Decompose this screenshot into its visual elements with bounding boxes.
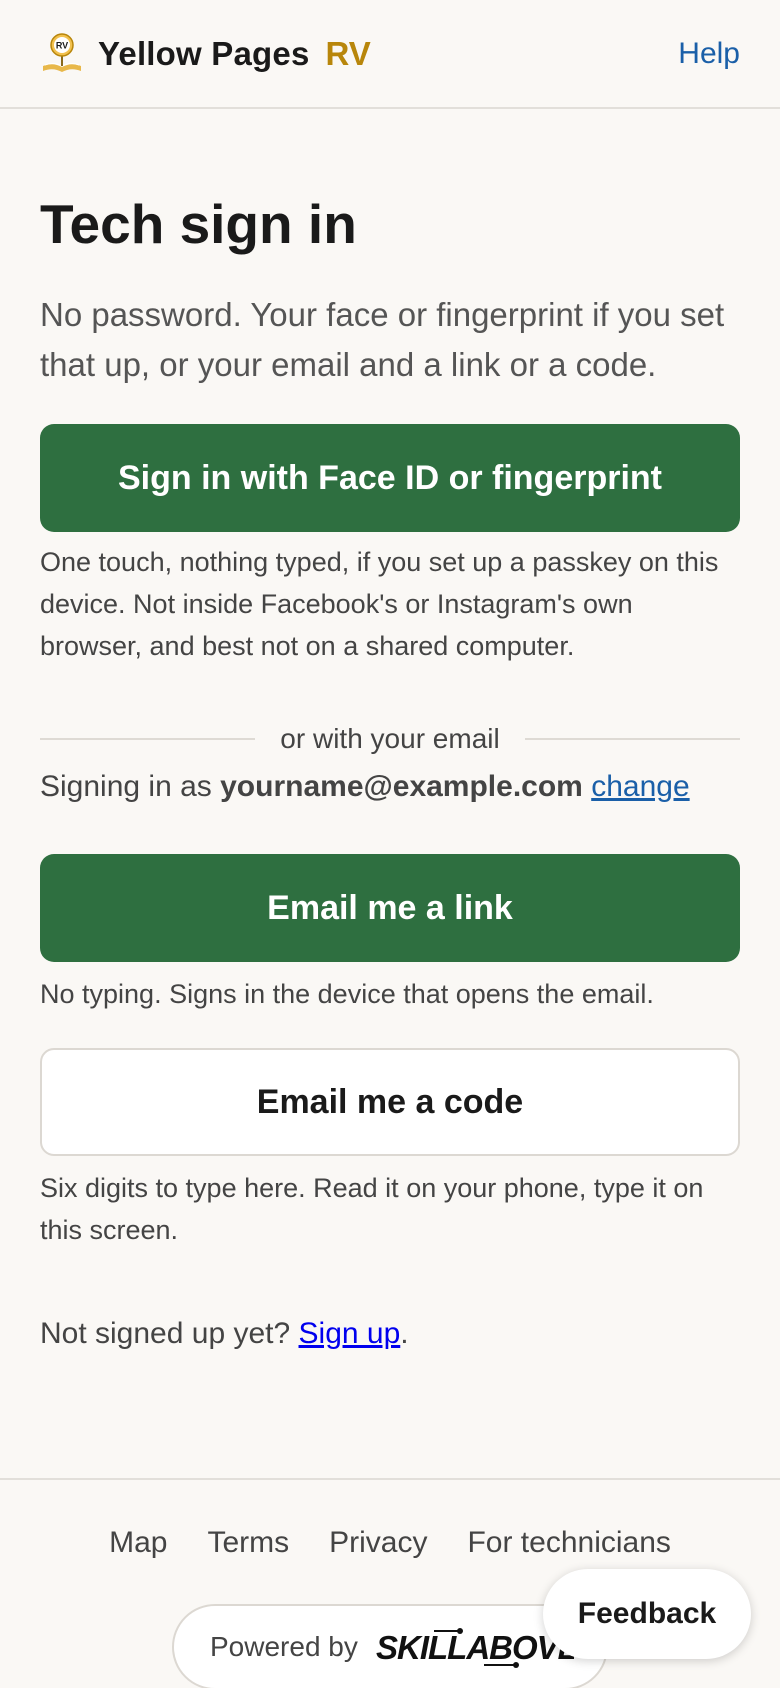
signing-as-email: yourname@example.com bbox=[220, 770, 583, 803]
signing-as-prefix: Signing in as bbox=[40, 770, 221, 803]
logo-text: RV bbox=[56, 40, 68, 50]
email-link-note: No typing. Signs in the device that open… bbox=[40, 979, 654, 1009]
site-header: RV Yellow Pages RV Help bbox=[0, 0, 780, 109]
footer-nav: Map Terms Privacy For technicians bbox=[0, 1526, 780, 1560]
brand-name: Yellow Pages bbox=[98, 34, 310, 72]
signup-line: Not signed up yet? Sign up. bbox=[40, 1317, 409, 1351]
footer-link-terms[interactable]: Terms bbox=[207, 1526, 289, 1560]
feedback-button[interactable]: Feedback bbox=[543, 1569, 751, 1659]
footer-link-privacy[interactable]: Privacy bbox=[329, 1526, 427, 1560]
email-link-button[interactable]: Email me a link bbox=[40, 854, 740, 962]
skillabove-logo-icon: SKILLABOVE bbox=[376, 1628, 574, 1668]
divider-text: or with your email bbox=[280, 723, 500, 754]
footer-link-for-technicians[interactable]: For technicians bbox=[467, 1526, 670, 1560]
email-divider: or with your email bbox=[40, 719, 740, 759]
signing-as-line: Signing in as yourname@example.com chang… bbox=[40, 770, 760, 804]
passkey-sign-in-button[interactable]: Sign in with Face ID or fingerprint bbox=[40, 424, 740, 532]
email-code-note: Six digits to type here. Read it on your… bbox=[40, 1173, 704, 1245]
skillabove-logo-text: SKILLABOVE bbox=[376, 1629, 574, 1666]
page-title: Tech sign in bbox=[40, 193, 357, 255]
yellow-pages-logo-icon: RV bbox=[43, 32, 81, 72]
help-link[interactable]: Help bbox=[678, 37, 740, 71]
email-code-button[interactable]: Email me a code bbox=[40, 1048, 740, 1156]
brand-suffix: RV bbox=[325, 34, 371, 72]
signup-prefix: Not signed up yet? bbox=[40, 1317, 299, 1350]
powered-by-label: Powered by bbox=[210, 1631, 358, 1662]
divider-line-left bbox=[40, 738, 256, 740]
footer-link-map[interactable]: Map bbox=[109, 1526, 167, 1560]
intro-text: No password. Your face or fingerprint if… bbox=[40, 296, 725, 383]
signup-suffix: . bbox=[400, 1317, 409, 1350]
signup-link[interactable]: Sign up bbox=[299, 1317, 401, 1350]
brand-home-link[interactable]: RV Yellow Pages RV bbox=[40, 32, 371, 76]
page: RV Yellow Pages RV Help Tech sign in No … bbox=[0, 0, 780, 1688]
change-email-link[interactable]: change bbox=[591, 770, 689, 803]
passkey-note: One touch, nothing typed, if you set up … bbox=[40, 547, 719, 661]
divider-line-right bbox=[524, 738, 740, 740]
